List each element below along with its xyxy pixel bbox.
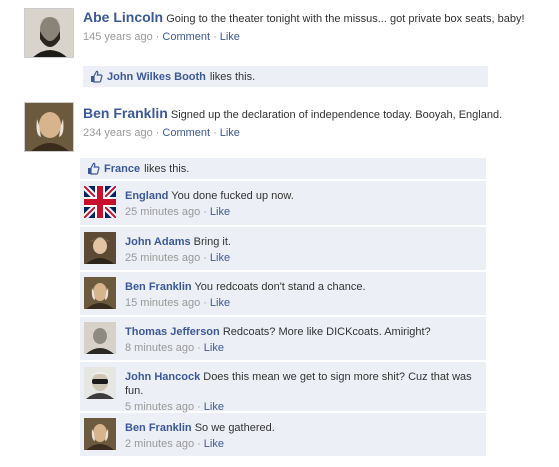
likes-bar: John Wilkes Booth likes this. [83, 66, 488, 88]
post-author[interactable]: Ben Franklin [83, 105, 168, 121]
comment-text: Bring it. [193, 236, 231, 248]
union-jack-icon [84, 186, 116, 218]
avatar[interactable] [84, 322, 116, 354]
comment-text: So we gathered. [194, 422, 275, 434]
like-link[interactable]: Like [204, 438, 224, 450]
timestamp: 5 minutes ago [125, 401, 195, 413]
comment-text: You redcoats don't stand a chance. [194, 281, 366, 293]
thumbs-up-icon [91, 70, 103, 83]
avatar[interactable] [24, 102, 74, 152]
comment-author[interactable]: John Hancock [125, 371, 200, 383]
avatar[interactable] [24, 8, 74, 58]
avatar[interactable] [84, 277, 116, 309]
likes-this-label: likes this. [144, 162, 190, 175]
timestamp: 25 minutes ago [125, 252, 201, 264]
timestamp: 8 minutes ago [125, 342, 195, 354]
post-author[interactable]: Abe Lincoln [83, 9, 163, 25]
like-link[interactable]: Like [204, 401, 224, 413]
post-ben-franklin: Ben Franklin Signed up the declaration o… [0, 96, 559, 156]
like-link[interactable]: Like [220, 31, 240, 43]
likes-bar: France likes this. [80, 158, 486, 180]
like-link[interactable]: Like [210, 206, 230, 218]
post-meta: 234 years ago · Comment · Like [83, 127, 240, 139]
comment-author[interactable]: Thomas Jefferson [125, 326, 220, 338]
like-link[interactable]: Like [210, 252, 230, 264]
comment-author[interactable]: Ben Franklin [125, 281, 192, 293]
comment-author[interactable]: England [125, 190, 168, 202]
comment-author[interactable]: Ben Franklin [125, 422, 192, 434]
comment-text: Redcoats? More like DICKcoats. Amiright? [222, 326, 431, 338]
comment: Ben Franklin You redcoats don't stand a … [80, 272, 486, 316]
avatar[interactable] [84, 232, 116, 264]
comment: Ben Franklin So we gathered. 2 minutes a… [80, 413, 486, 457]
comment: England You done fucked up now. 25 minut… [80, 181, 486, 226]
avatar[interactable] [84, 418, 116, 450]
comment-text: You done fucked up now. [171, 190, 294, 202]
like-link[interactable]: Like [220, 127, 240, 139]
comment: Thomas Jefferson Redcoats? More like DIC… [80, 317, 486, 361]
liker-name[interactable]: France [104, 163, 140, 175]
like-link[interactable]: Like [210, 297, 230, 309]
post-meta: 145 years ago · Comment · Like [83, 31, 240, 43]
avatar[interactable] [84, 367, 116, 399]
status-text: Signed up the declaration of independenc… [170, 109, 503, 121]
comment: John Hancock Does this mean we get to si… [80, 362, 486, 413]
timestamp: 2 minutes ago [125, 438, 195, 450]
status-text: Going to the theater tonight with the mi… [166, 13, 525, 25]
thumbs-up-icon [88, 162, 100, 175]
like-link[interactable]: Like [204, 342, 224, 354]
timestamp: 234 years ago [83, 127, 153, 139]
timestamp: 25 minutes ago [125, 206, 201, 218]
comment-author[interactable]: John Adams [125, 236, 191, 248]
comment-link[interactable]: Comment [162, 31, 210, 43]
comment: John Adams Bring it. 25 minutes ago · Like [80, 227, 486, 271]
likes-this-label: likes this. [209, 70, 256, 83]
timestamp: 15 minutes ago [125, 297, 201, 309]
liker-name[interactable]: John Wilkes Booth [107, 71, 206, 83]
timestamp: 145 years ago [83, 31, 153, 43]
avatar[interactable] [84, 186, 116, 218]
comment-link[interactable]: Comment [162, 127, 210, 139]
